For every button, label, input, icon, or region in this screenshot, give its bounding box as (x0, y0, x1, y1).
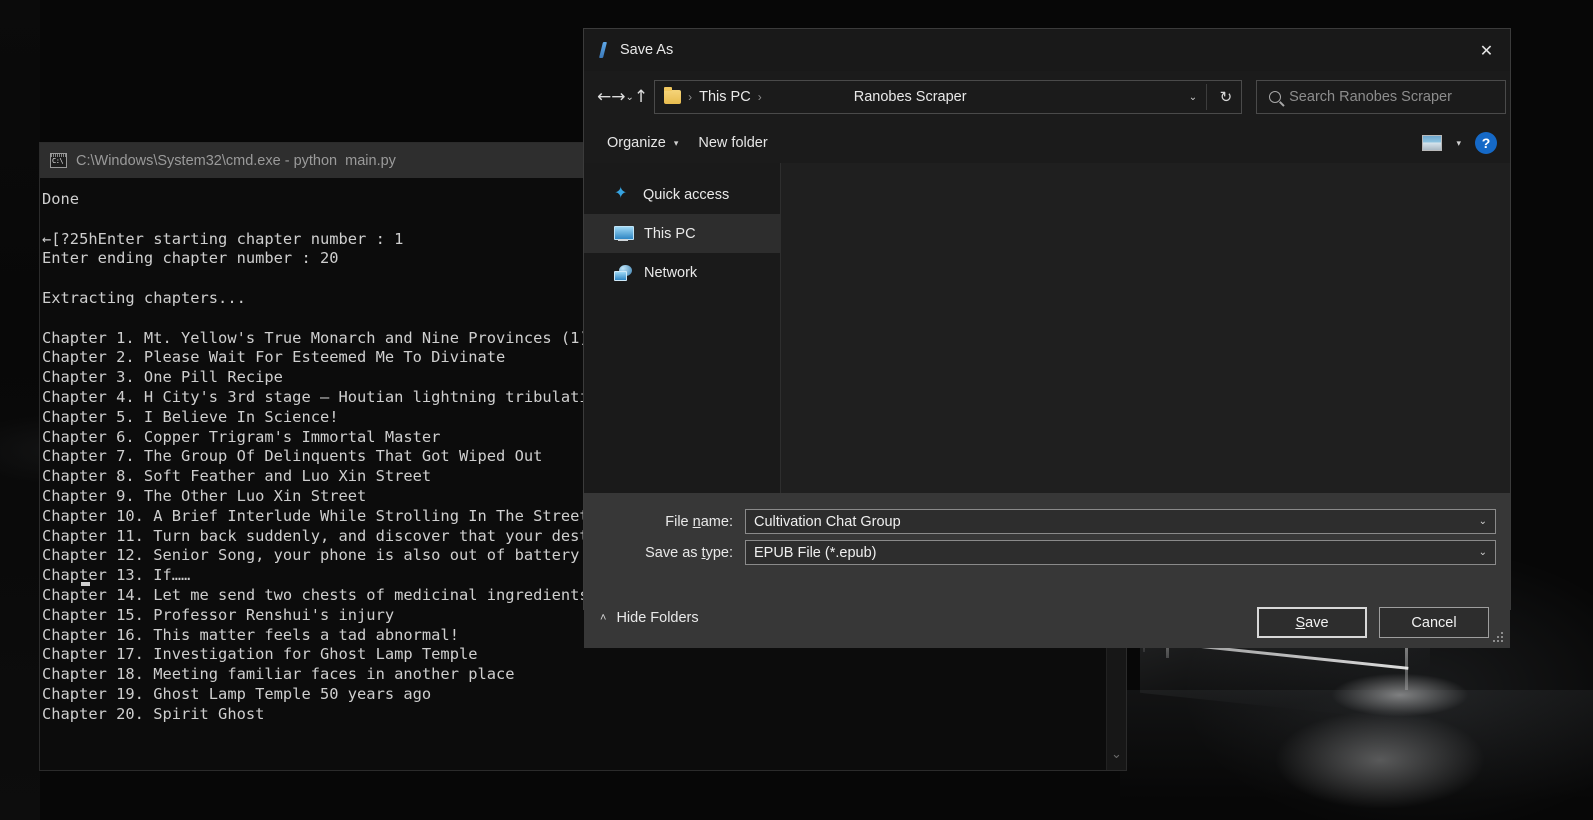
python-feather-icon (597, 42, 611, 58)
sidebar-item-this-pc[interactable]: This PC (584, 214, 780, 253)
close-icon[interactable]: ✕ (1463, 29, 1510, 71)
sidebar-item-network[interactable]: Network (584, 253, 780, 292)
file-name-value: Cultivation Chat Group (753, 513, 901, 530)
sidebar-item-label: Quick access (643, 186, 730, 203)
hide-folders-button[interactable]: ˄ Hide Folders (600, 610, 699, 626)
view-chevron-down-icon[interactable]: ▾ (1456, 138, 1461, 149)
navigation-pane: ✦ Quick access This PC Network (584, 163, 780, 493)
breadcrumb-separator-2: › (757, 90, 762, 104)
chevron-down-icon: ▾ (673, 137, 679, 148)
star-icon: ✦ (614, 185, 628, 202)
chevron-down-icon[interactable]: ⌄ (1479, 547, 1487, 558)
save-as-type-field[interactable]: EPUB File (*.epub) ⌄ (744, 540, 1496, 565)
back-icon[interactable]: ← (597, 82, 611, 112)
chevron-up-icon: ˄ (600, 612, 607, 624)
resize-grip[interactable] (1493, 632, 1505, 644)
scroll-down-icon[interactable]: ⌄ (1107, 747, 1126, 760)
up-icon[interactable]: ↑ (634, 82, 648, 112)
folder-icon (664, 87, 682, 104)
console-title: C:\Windows\System32\cmd.exe - python mai… (76, 152, 396, 169)
file-name-label: File name: (665, 513, 733, 530)
breadcrumb-this-pc[interactable]: This PC (699, 89, 751, 105)
address-divider (1206, 84, 1208, 110)
save-type-row: Save as type: EPUB File (*.epub) ⌄ (584, 540, 1496, 565)
save-as-type-value: EPUB File (*.epub) (753, 544, 877, 561)
save-button[interactable]: Save (1257, 607, 1367, 638)
organize-label: Organize (607, 135, 666, 151)
dialog-toolbar: Organize ▾ New folder ▾ ? (584, 123, 1510, 163)
network-icon (614, 264, 632, 281)
hide-folders-label: Hide Folders (616, 610, 699, 626)
cancel-button[interactable]: Cancel (1379, 607, 1489, 638)
address-bar[interactable]: › This PC › Ranobes Scraper ⌄ ↻ (654, 80, 1243, 114)
cmd-icon (50, 153, 67, 168)
sidebar-item-label: Network (644, 264, 698, 281)
search-input[interactable]: Search Ranobes Scraper (1256, 80, 1507, 114)
computer-icon (614, 226, 634, 241)
search-placeholder: Search Ranobes Scraper (1289, 89, 1452, 105)
recent-locations-icon[interactable]: ⌄ (626, 82, 634, 112)
search-icon (1269, 91, 1282, 103)
new-folder-label: New folder (698, 135, 768, 151)
new-folder-button[interactable]: New folder (688, 129, 777, 157)
navigation-bar: ← → ⌄ ↑ › This PC › Ranobes Scraper ⌄ ↻ … (584, 71, 1510, 123)
view-layout-icon[interactable] (1422, 135, 1443, 151)
file-name-field[interactable]: Cultivation Chat Group ⌄ (744, 509, 1496, 534)
forward-icon[interactable]: → (611, 82, 625, 112)
breadcrumb-current-folder[interactable]: Ranobes Scraper (854, 89, 967, 105)
refresh-icon[interactable]: ↻ (1220, 88, 1233, 106)
chevron-down-icon[interactable]: ⌄ (1189, 92, 1197, 103)
sidebar-item-quick-access[interactable]: ✦ Quick access (584, 175, 780, 214)
dialog-titlebar[interactable]: Save As ✕ (584, 29, 1510, 71)
dialog-title: Save As (620, 42, 674, 58)
save-as-type-label: Save as type: (645, 544, 733, 561)
help-icon[interactable]: ? (1475, 132, 1497, 154)
organize-button[interactable]: Organize ▾ (597, 129, 688, 157)
save-as-dialog[interactable]: Save As ✕ ← → ⌄ ↑ › This PC › Ranobes Sc… (583, 28, 1511, 648)
chevron-down-icon[interactable]: ⌄ (1479, 516, 1487, 527)
sidebar-item-label: This PC (644, 225, 696, 242)
toolbar-right-group: ▾ ? (1422, 132, 1497, 154)
file-name-row: File name: Cultivation Chat Group ⌄ (584, 509, 1496, 534)
console-text-cursor (81, 582, 90, 586)
dialog-footer: File name: Cultivation Chat Group ⌄ Save… (584, 493, 1510, 648)
breadcrumb-separator-1: › (688, 90, 693, 104)
file-list-pane[interactable] (781, 163, 1510, 493)
dialog-content: ✦ Quick access This PC Network (584, 163, 1510, 493)
wallpaper-floor-sheen (1120, 690, 1593, 820)
